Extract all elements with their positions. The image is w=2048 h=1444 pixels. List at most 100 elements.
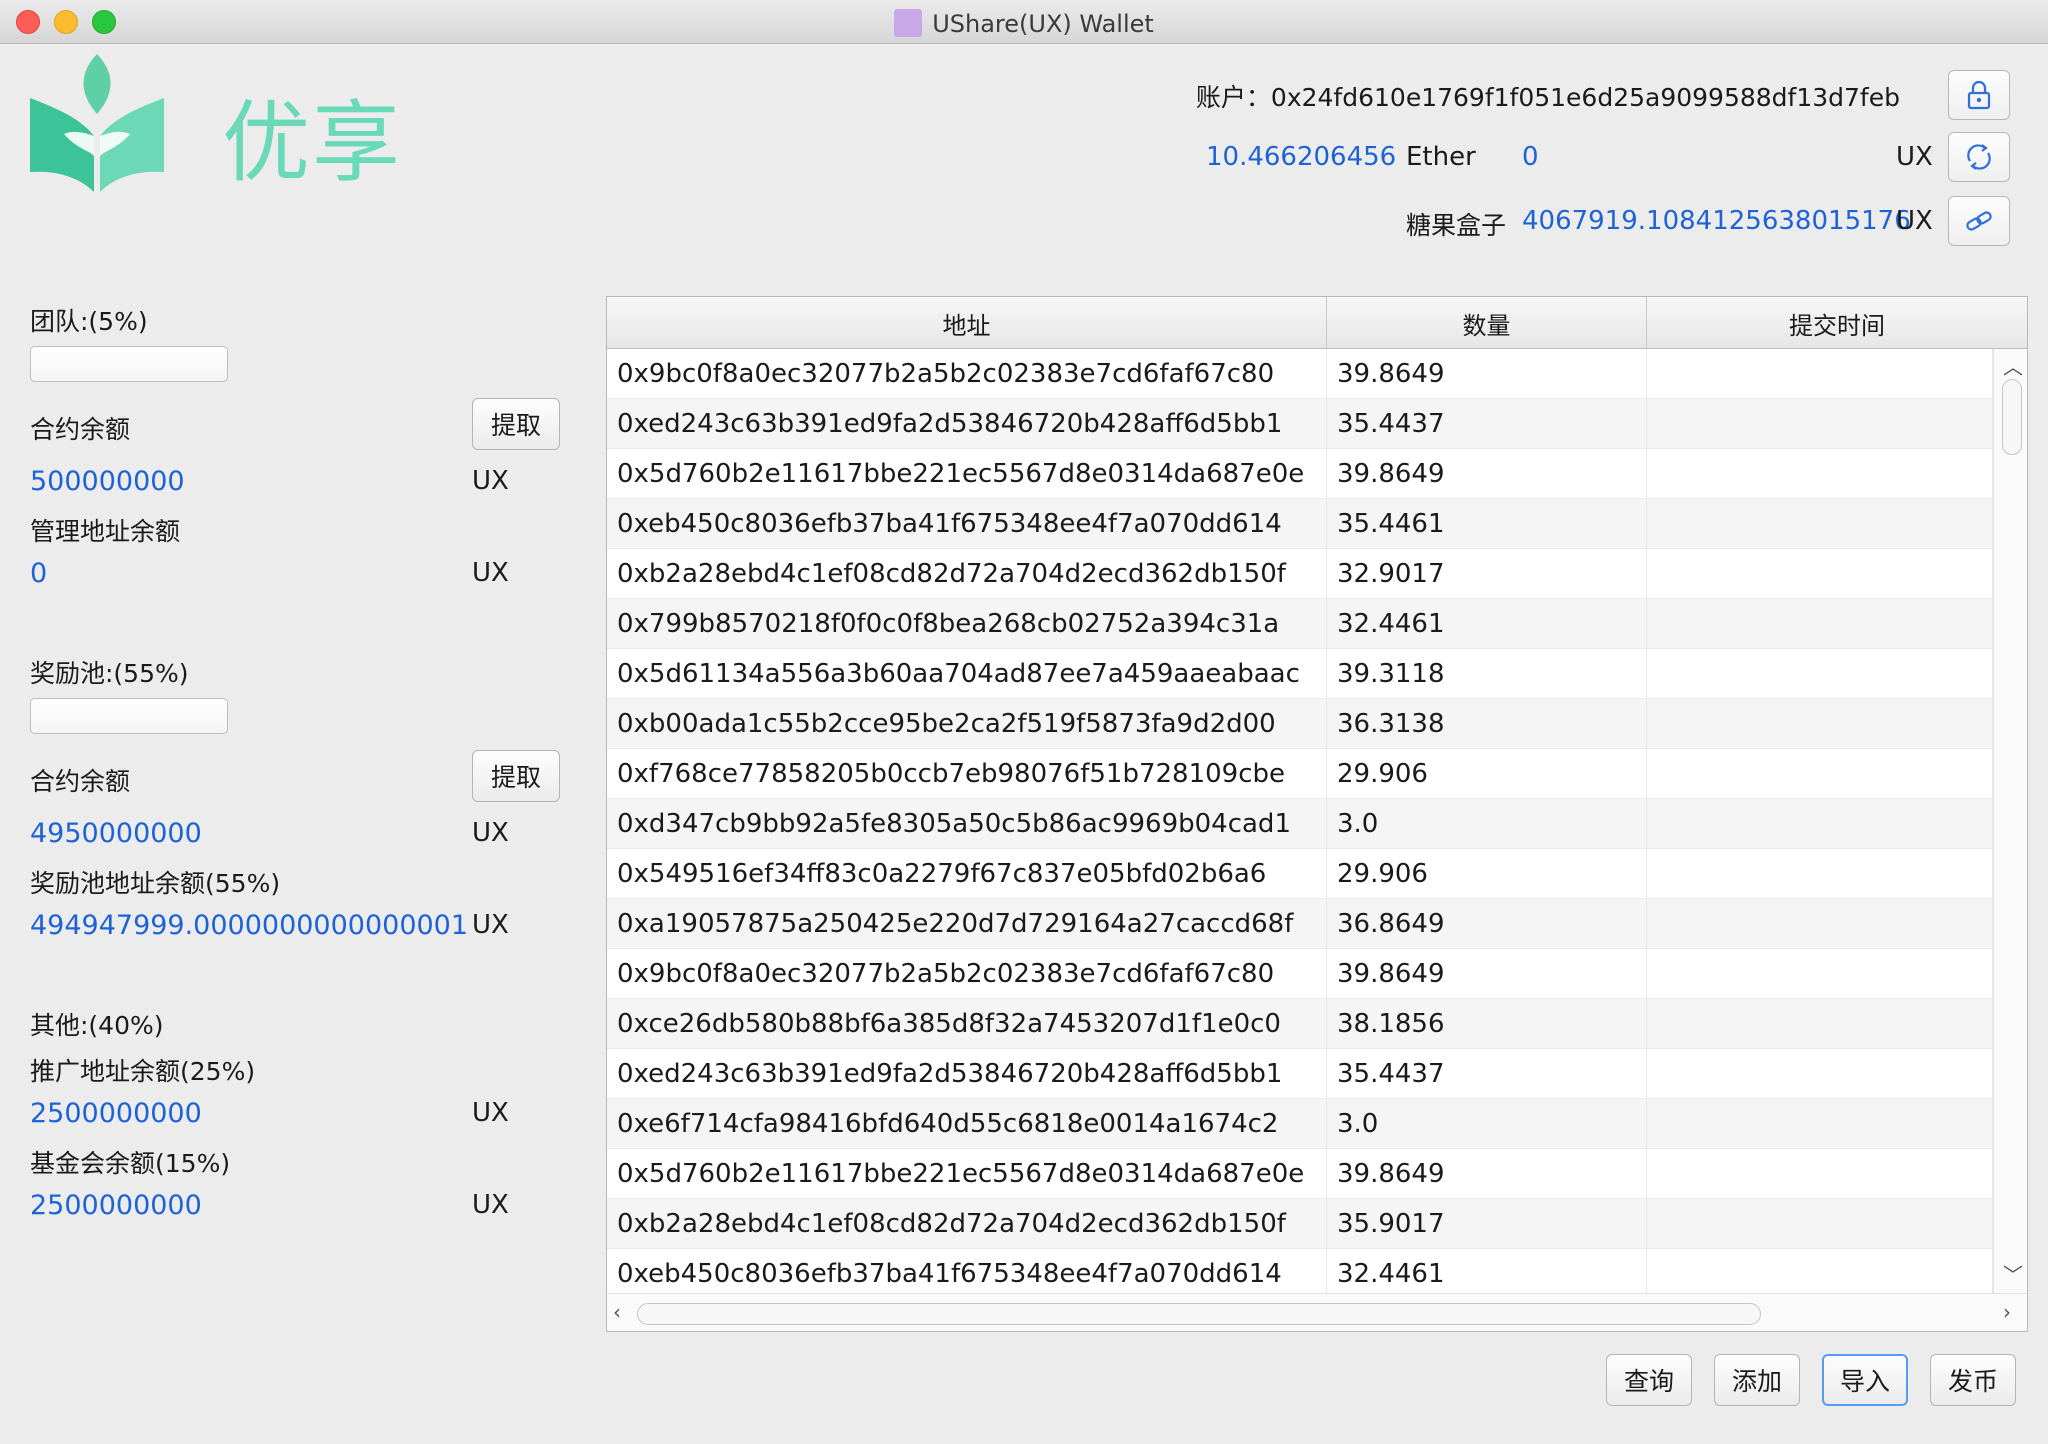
horizontal-scrollbar[interactable]: ‹ › [607,1293,2027,1331]
submit-time-cell [1647,999,1993,1049]
address-cell: 0x799b8570218f0f0c0f8bea268cb02752a394c3… [607,599,1327,649]
column-header-submit-time[interactable]: 提交时间 [1647,297,2027,349]
other-title: 其他:(40%) [30,1011,164,1040]
table-row[interactable]: 0xed243c63b391ed9fa2d53846720b428aff6d5b… [607,1049,1993,1099]
team-title: 团队:(5%) [30,307,148,336]
address-cell: 0xeb450c8036efb37ba41f675348ee4f7a070dd6… [607,1249,1327,1293]
promo-unit: UX [472,1098,509,1128]
window-title-text: UShare(UX) Wallet [932,10,1154,38]
address-cell: 0x5d61134a556a3b60aa704ad87ee7a459aaeaba… [607,649,1327,699]
table-row[interactable]: 0xf768ce77858205b0ccb7eb98076f51b728109c… [607,749,1993,799]
submit-time-cell [1647,949,1993,999]
submit-time-cell [1647,599,1993,649]
amount-cell: 35.9017 [1327,1199,1647,1249]
table-row[interactable]: 0xeb450c8036efb37ba41f675348ee4f7a070dd6… [607,1249,1993,1293]
address-cell: 0x549516ef34ff83c0a2279f67c837e05bfd02b6… [607,849,1327,899]
link-button[interactable] [1948,196,2010,246]
address-cell: 0x9bc0f8a0ec32077b2a5b2c02383e7cd6faf67c… [607,349,1327,399]
table-row[interactable]: 0x799b8570218f0f0c0f8bea268cb02752a394c3… [607,599,1993,649]
issue-token-button[interactable]: 发币 [1930,1354,2016,1406]
address-table: 地址 数量 提交时间 0x9bc0f8a0ec32077b2a5b2c02383… [606,296,2028,1332]
table-row[interactable]: 0xa19057875a250425e220d7d729164a27caccd6… [607,899,1993,949]
amount-cell: 29.906 [1327,849,1647,899]
address-cell: 0xed243c63b391ed9fa2d53846720b428aff6d5b… [607,399,1327,449]
query-button[interactable]: 查询 [1606,1354,1692,1406]
amount-cell: 39.8649 [1327,449,1647,499]
scroll-right-icon[interactable]: › [2003,1300,2011,1324]
amount-cell: 38.1856 [1327,999,1647,1049]
amount-cell: 3.0 [1327,799,1647,849]
address-cell: 0xd347cb9bb92a5fe8305a50c5b86ac9969b04ca… [607,799,1327,849]
app-icon [894,9,923,37]
column-header-amount[interactable]: 数量 [1327,297,1647,349]
team-contract-label: 合约余额 [30,415,131,444]
account-line: 账户：0x24fd610e1769f1f051e6d25a9099588df13… [1196,78,1900,114]
import-button[interactable]: 导入 [1822,1354,1908,1406]
team-admin-label: 管理地址余额 [30,517,181,546]
column-header-address[interactable]: 地址 [607,297,1327,349]
amount-cell: 36.3138 [1327,699,1647,749]
reward-title: 奖励池:(55%) [30,659,189,688]
reward-contract-value: 4950000000 [30,818,202,849]
address-cell: 0x9bc0f8a0ec32077b2a5b2c02383e7cd6faf67c… [607,949,1327,999]
reward-contract-label: 合约余额 [30,767,131,796]
address-cell: 0x5d760b2e11617bbe221ec5567d8e0314da687e… [607,1149,1327,1199]
table-row[interactable]: 0xd347cb9bb92a5fe8305a50c5b86ac9969b04ca… [607,799,1993,849]
submit-time-cell [1647,549,1993,599]
scroll-left-icon[interactable]: ‹ [613,1300,621,1324]
add-button[interactable]: 添加 [1714,1354,1800,1406]
table-row[interactable]: 0x5d760b2e11617bbe221ec5567d8e0314da687e… [607,449,1993,499]
submit-time-cell [1647,849,1993,899]
table-row[interactable]: 0xce26db580b88bf6a385d8f32a7453207d1f1e0… [607,999,1993,1049]
reward-withdraw-button[interactable]: 提取 [472,750,560,802]
amount-cell: 32.9017 [1327,549,1647,599]
lock-icon [1967,80,1991,110]
address-cell: 0xeb450c8036efb37ba41f675348ee4f7a070dd6… [607,499,1327,549]
table-row[interactable]: 0xb00ada1c55b2cce95be2ca2f519f5873fa9d2d… [607,699,1993,749]
table-row[interactable]: 0xe6f714cfa98416bfd640d55c6818e0014a1674… [607,1099,1993,1149]
address-cell: 0xb2a28ebd4c1ef08cd82d72a704d2ecd362db15… [607,1199,1327,1249]
submit-time-cell [1647,899,1993,949]
address-cell: 0xed243c63b391ed9fa2d53846720b428aff6d5b… [607,1049,1327,1099]
fund-unit: UX [472,1190,509,1220]
table-row[interactable]: 0x5d61134a556a3b60aa704ad87ee7a459aaeaba… [607,649,1993,699]
horizontal-scroll-thumb[interactable] [637,1303,1761,1325]
submit-time-cell [1647,749,1993,799]
reward-contract-unit: UX [472,818,509,848]
table-row[interactable]: 0x5d760b2e11617bbe221ec5567d8e0314da687e… [607,1149,1993,1199]
address-cell: 0xce26db580b88bf6a385d8f32a7453207d1f1e0… [607,999,1327,1049]
scroll-down-icon[interactable]: ﹀ [2003,1259,2023,1288]
reward-progress-bar [30,698,228,734]
team-withdraw-button[interactable]: 提取 [472,398,560,450]
amount-cell: 35.4437 [1327,399,1647,449]
scroll-up-icon[interactable]: ︿ [2003,351,2023,380]
submit-time-cell [1647,1049,1993,1099]
reward-pool-label: 奖励池地址余额(55%) [30,869,281,898]
submit-time-cell [1647,699,1993,749]
candy-box-value: 4067919.1084125638015176 [1522,206,1911,236]
amount-cell: 39.3118 [1327,649,1647,699]
submit-time-cell [1647,399,1993,449]
table-row[interactable]: 0xed243c63b391ed9fa2d53846720b428aff6d5b… [607,399,1993,449]
team-admin-unit: UX [472,558,509,588]
vertical-scroll-thumb[interactable] [2002,379,2022,455]
table-row[interactable]: 0x9bc0f8a0ec32077b2a5b2c02383e7cd6faf67c… [607,949,1993,999]
table-row[interactable]: 0x9bc0f8a0ec32077b2a5b2c02383e7cd6faf67c… [607,349,1993,399]
team-contract-value: 500000000 [30,466,185,497]
table-row[interactable]: 0xb2a28ebd4c1ef08cd82d72a704d2ecd362db15… [607,1199,1993,1249]
address-cell: 0x5d760b2e11617bbe221ec5567d8e0314da687e… [607,449,1327,499]
table-row[interactable]: 0xeb450c8036efb37ba41f675348ee4f7a070dd6… [607,499,1993,549]
table-row[interactable]: 0xb2a28ebd4c1ef08cd82d72a704d2ecd362db15… [607,549,1993,599]
team-admin-value: 0 [30,558,48,589]
submit-time-cell [1647,499,1993,549]
amount-cell: 39.8649 [1327,949,1647,999]
table-row[interactable]: 0x549516ef34ff83c0a2279f67c837e05bfd02b6… [607,849,1993,899]
lock-button[interactable] [1948,70,2010,120]
vertical-scrollbar[interactable]: ︿ ﹀ [1993,349,2027,1293]
candy-box-unit: UX [1896,206,1933,236]
address-cell: 0xf768ce77858205b0ccb7eb98076f51b728109c… [607,749,1327,799]
submit-time-cell [1647,1249,1993,1293]
ether-label: Ether [1406,142,1476,172]
address-cell: 0xa19057875a250425e220d7d729164a27caccd6… [607,899,1327,949]
refresh-button[interactable] [1948,132,2010,182]
